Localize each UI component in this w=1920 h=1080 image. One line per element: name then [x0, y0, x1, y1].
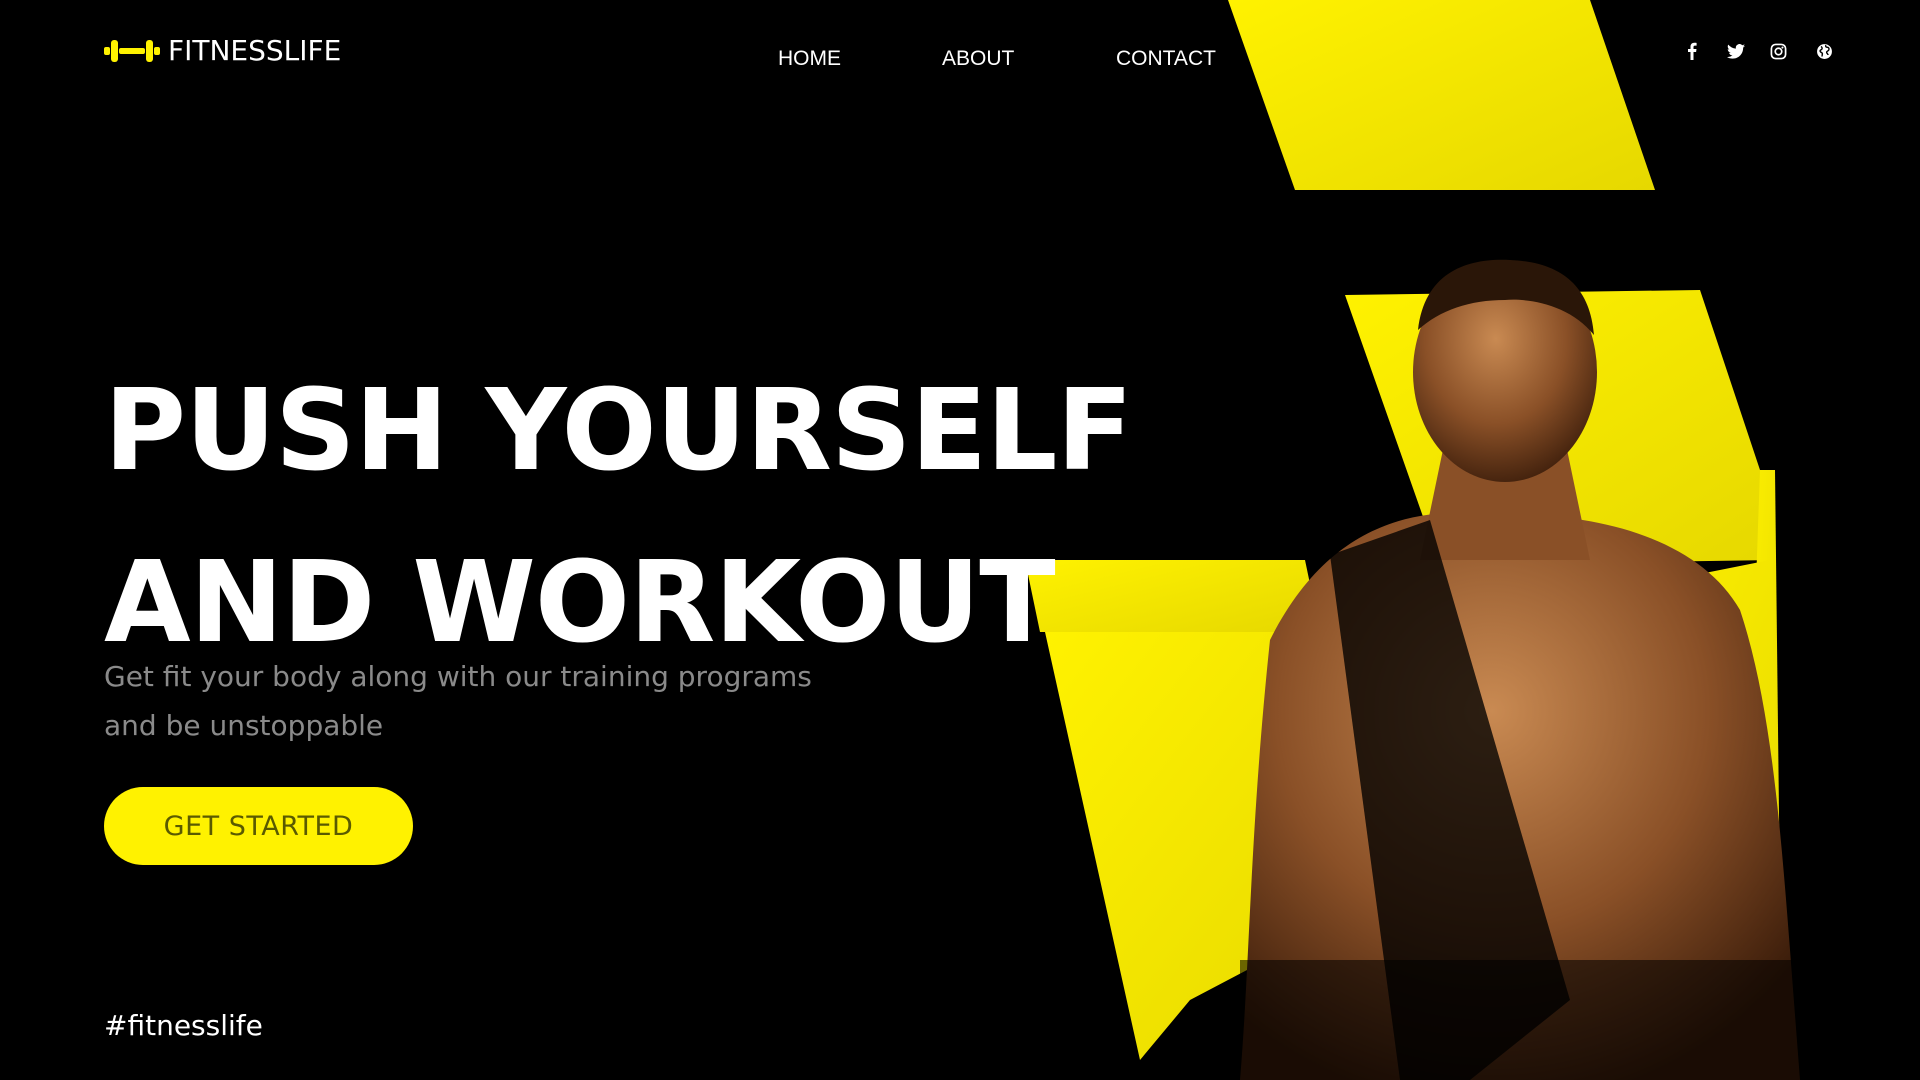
hashtag-text: #fitnesslife	[104, 1009, 263, 1042]
get-started-button[interactable]: GET STARTED	[104, 787, 413, 865]
hero-subtitle: Get fit your body along with our trainin…	[104, 652, 824, 750]
facebook-icon[interactable]	[1680, 38, 1704, 64]
brand-name: FITNESSLIFE	[168, 34, 342, 67]
nav-home-link[interactable]: HOME	[778, 44, 841, 74]
instagram-icon[interactable]	[1766, 38, 1790, 64]
subtitle-line-1: Get fit your body along with our trainin…	[104, 660, 812, 693]
subtitle-line-2: and be unstoppable	[104, 709, 384, 742]
nav-contact-link[interactable]: CONTACT	[1116, 44, 1216, 74]
globe-icon[interactable]	[1812, 38, 1836, 64]
get-started-label: GET STARTED	[163, 810, 354, 842]
twitter-icon[interactable]	[1724, 38, 1748, 64]
dumbbell-icon	[104, 38, 160, 64]
hero-headline: PUSH YOURSELF AND WORKOUT	[104, 345, 1133, 689]
brand-logo[interactable]: FITNESSLIFE	[104, 34, 341, 68]
nav-about-link[interactable]: ABOUT	[942, 44, 1014, 74]
headline-line-1: PUSH YOURSELF	[104, 366, 1133, 496]
